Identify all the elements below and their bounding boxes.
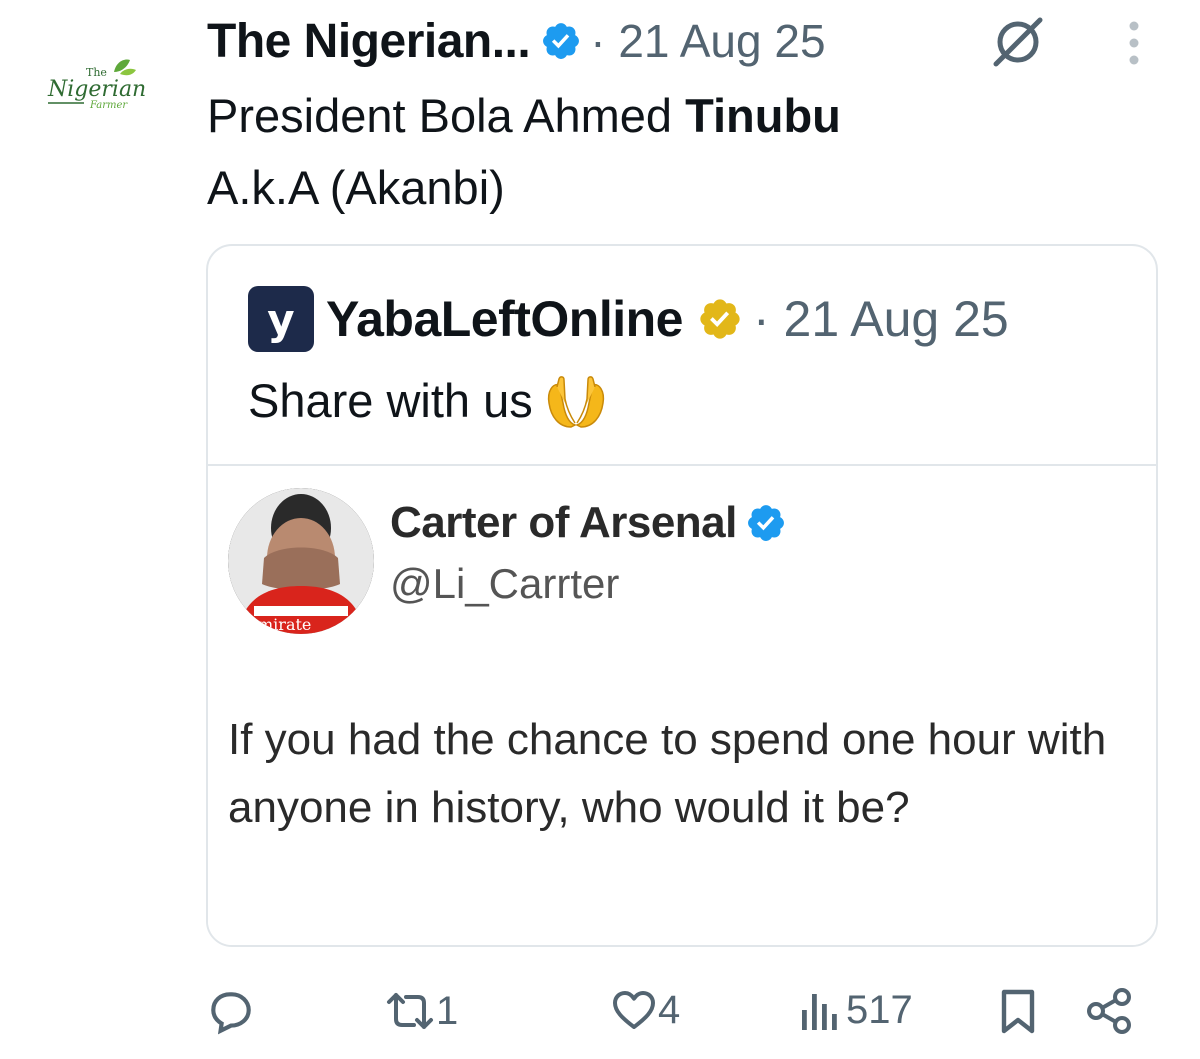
post-text-line-2: A.k.A (Akanbi) [207,161,505,214]
quoted-author-name[interactable]: YabaLeftOnline [326,290,683,348]
logo-text-main: Nigerian [47,77,146,102]
logo-text-bottom: Farmer [89,100,128,111]
palms-up-emoji-icon [547,376,604,428]
grok-icon[interactable] [990,16,1046,68]
quoted-post-image[interactable]: mirate Carter of Arsenal @Li_Carrter If … [208,464,1156,945]
embedded-author-name: Carter of Arsenal [390,498,787,548]
quoted-author-avatar-letter: y [267,294,295,344]
verified-badge-icon [543,23,580,59]
embedded-post-text: If you had the chance to spend one hour … [228,715,1107,832]
repost-icon [387,993,433,1029]
repost-button[interactable]: 1 [384,986,458,1036]
views-count: 517 [846,987,913,1032]
author-name[interactable]: The Nigerian... [207,14,531,69]
gold-verified-badge-icon [700,299,740,339]
quoted-author-avatar[interactable]: y [248,286,314,352]
bookmark-button[interactable] [996,986,1040,1036]
quoted-post-card[interactable]: y YabaLeftOnline · 21 Aug 25 Share with … [206,244,1158,947]
author-avatar-logo[interactable]: The Nigerian Farmer [44,54,172,112]
post-date[interactable]: · 21 Aug 25 [590,14,825,68]
embedded-author-handle: @Li_Carrter [390,560,620,607]
quoted-post-header: y YabaLeftOnline · 21 Aug 25 [248,286,1009,352]
embedded-avatar: mirate [228,488,374,634]
quoted-post-date[interactable]: · 21 Aug 25 [753,290,1009,348]
views-chart-icon [802,994,837,1030]
post-header: The Nigerian... · 21 Aug 25 [207,10,826,72]
repost-count: 1 [436,988,459,1033]
views-button[interactable]: 517 [798,986,913,1034]
share-icon [1087,988,1131,1034]
embedded-verified-badge-icon [747,505,784,541]
quoted-post-text: Share with us [248,366,607,436]
bookmark-icon [1001,989,1035,1034]
post-text-line-1: President Bola Ahmed Tinubu [207,89,841,142]
post-text: President Bola Ahmed Tinubu A.k.A (Akanb… [207,80,841,224]
heart-icon [613,991,655,1029]
like-button[interactable]: 4 [610,986,680,1034]
reply-button[interactable] [206,986,256,1036]
post-text-bold: Tinubu [685,89,841,142]
like-count: 4 [658,987,681,1032]
reply-icon [211,992,251,1035]
action-bar: 1 4 517 [0,980,1200,1050]
more-options-icon[interactable] [1122,18,1146,68]
embedded-avatar-jersey-text: mirate [258,615,311,634]
share-button[interactable] [1084,986,1136,1036]
